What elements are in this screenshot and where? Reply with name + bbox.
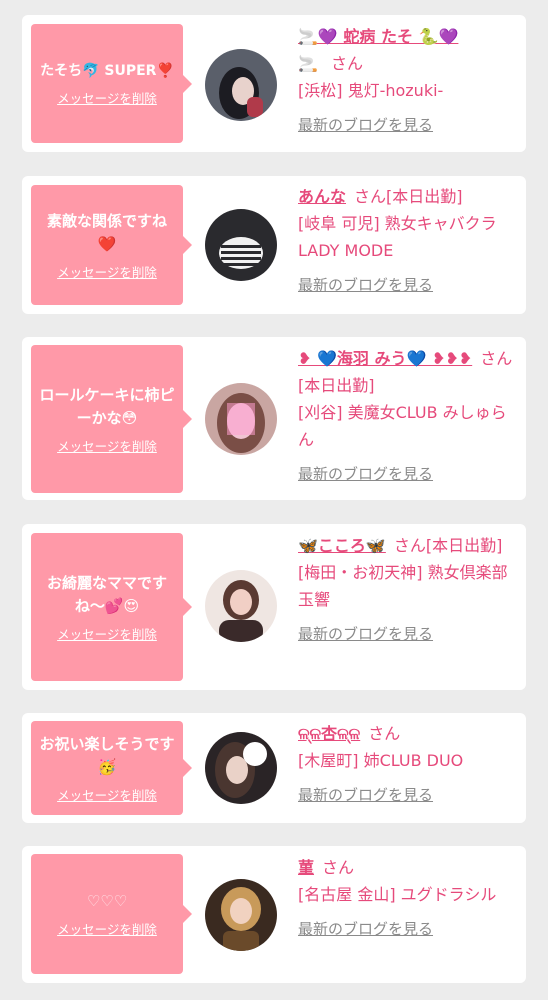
- message-bubble: お祝い楽しそうです🥳 メッセージを削除: [31, 721, 192, 815]
- avatar[interactable]: [205, 209, 277, 281]
- message-text: お祝い楽しそうです🥳: [39, 734, 175, 776]
- message-text: たそち🐬 SUPER❣️: [40, 63, 174, 79]
- delete-message-link[interactable]: メッセージを削除: [57, 262, 157, 281]
- message-text: ロールケーキに柿ピーかな😳: [39, 385, 175, 427]
- status-badge: [本日出勤]: [425, 536, 503, 555]
- message-card: たそち🐬 SUPER❣️ メッセージを削除 🚬💜 蛇病 たそ 🐍💜 🚬 さん […: [22, 15, 526, 152]
- girl-name-link[interactable]: 🚬💜 蛇病 たそ 🐍💜: [298, 27, 458, 46]
- girl-info: あんな さん[本日出勤] [岐阜 可児] 熟女キャバクラ LADY MODE 最新…: [298, 183, 520, 299]
- avatar[interactable]: [205, 570, 277, 642]
- girl-name-link[interactable]: 🦋こころ🦋: [298, 536, 386, 555]
- message-text: 素敵な関係ですね❤️: [46, 211, 167, 253]
- avatar[interactable]: [205, 49, 277, 121]
- message-text: ♡♡♡: [86, 892, 128, 910]
- girl-name-link[interactable]: ଳ୍ଳ杏ଳ୍ଳ: [298, 724, 360, 743]
- shop-name[interactable]: [刈谷] 美魔女CLUB みしゅらん: [298, 399, 520, 453]
- name-suffix: 🚬: [298, 54, 318, 73]
- message-bubble: 素敵な関係ですね❤️ メッセージを削除: [31, 185, 192, 305]
- san-label: さん: [354, 187, 387, 206]
- san-label: さん: [393, 536, 426, 555]
- san-label: さん: [480, 349, 513, 368]
- girl-info: ଳ୍ଳ杏ଳ୍ଳ さん [木屋町] 姉CLUB DUO 最新のブログを見る: [298, 720, 520, 809]
- woman-photo-icon: [205, 879, 277, 951]
- logo-photo-icon: [205, 209, 277, 281]
- girl-name-link[interactable]: ❥ 💙海羽 みう💙 ❥❥❥: [298, 349, 472, 368]
- shop-name[interactable]: [名古屋 金山] ユグドラシル: [298, 881, 520, 908]
- san-label: さん: [331, 54, 364, 73]
- avatar[interactable]: [205, 732, 277, 804]
- latest-blog-link[interactable]: 最新のブログを見る: [298, 916, 520, 943]
- avatar[interactable]: [205, 879, 277, 951]
- delete-message-link[interactable]: メッセージを削除: [57, 436, 157, 455]
- latest-blog-link[interactable]: 最新のブログを見る: [298, 621, 520, 648]
- message-bubble: お綺麗なママですね〜💕😍 メッセージを削除: [31, 533, 192, 681]
- shop-name[interactable]: [浜松] 鬼灯-hozuki-: [298, 77, 520, 104]
- woman-photo-icon: [205, 570, 277, 642]
- girl-info: ❥ 💙海羽 みう💙 ❥❥❥ さん [本日出勤] [刈谷] 美魔女CLUB みしゅらん…: [298, 345, 520, 488]
- shop-name[interactable]: [岐阜 可児] 熟女キャバクラ LADY MODE: [298, 210, 520, 264]
- message-card: お祝い楽しそうです🥳 メッセージを削除 ଳ୍ଳ杏ଳ୍ଳ さん [木屋町] 姉CLU…: [22, 713, 526, 823]
- message-bubble: ♡♡♡ メッセージを削除: [31, 854, 192, 974]
- san-label: さん: [368, 724, 401, 743]
- delete-message-link[interactable]: メッセージを削除: [57, 785, 157, 804]
- message-bubble: ロールケーキに柿ピーかな😳 メッセージを削除: [31, 345, 192, 493]
- girl-info: 菫さん [名古屋 金山] ユグドラシル 最新のブログを見る: [298, 854, 520, 943]
- woman-photo-icon: [205, 732, 277, 804]
- girl-info: 🦋こころ🦋 さん[本日出勤] [梅田・お初天神] 熟女倶楽部 玉響 最新のブログを…: [298, 532, 520, 648]
- blurred-woman-photo-icon: [205, 383, 277, 455]
- san-label: さん: [322, 858, 355, 877]
- message-card: ♡♡♡ メッセージを削除 菫さん [名古屋 金山] ユグドラシル 最新のブログを…: [22, 846, 526, 983]
- status-badge: [本日出勤]: [386, 187, 463, 206]
- girl-name-link[interactable]: あんな: [298, 187, 346, 206]
- girl-name-link[interactable]: 菫: [298, 858, 314, 877]
- latest-blog-link[interactable]: 最新のブログを見る: [298, 461, 520, 488]
- status-badge: [本日出勤]: [298, 376, 375, 395]
- message-text: お綺麗なママですね〜💕😍: [46, 573, 167, 615]
- latest-blog-link[interactable]: 最新のブログを見る: [298, 112, 520, 139]
- delete-message-link[interactable]: メッセージを削除: [57, 624, 157, 643]
- delete-message-link[interactable]: メッセージを削除: [57, 919, 157, 938]
- shop-name[interactable]: [梅田・お初天神] 熟女倶楽部 玉響: [298, 559, 520, 613]
- message-card: 素敵な関係ですね❤️ メッセージを削除 あんな さん[本日出勤] [岐阜 可児] …: [22, 176, 526, 314]
- woman-photo-icon: [205, 49, 277, 121]
- message-card: お綺麗なママですね〜💕😍 メッセージを削除 🦋こころ🦋 さん[本日出勤] [梅田・…: [22, 524, 526, 690]
- message-card: ロールケーキに柿ピーかな😳 メッセージを削除 ❥ 💙海羽 みう💙 ❥❥❥ さん [本…: [22, 337, 526, 500]
- latest-blog-link[interactable]: 最新のブログを見る: [298, 272, 520, 299]
- avatar[interactable]: [205, 383, 277, 455]
- message-bubble: たそち🐬 SUPER❣️ メッセージを削除: [31, 24, 192, 143]
- latest-blog-link[interactable]: 最新のブログを見る: [298, 782, 520, 809]
- girl-info: 🚬💜 蛇病 たそ 🐍💜 🚬 さん [浜松] 鬼灯-hozuki- 最新のブログを…: [298, 23, 520, 139]
- delete-message-link[interactable]: メッセージを削除: [57, 88, 157, 107]
- shop-name[interactable]: [木屋町] 姉CLUB DUO: [298, 747, 520, 774]
